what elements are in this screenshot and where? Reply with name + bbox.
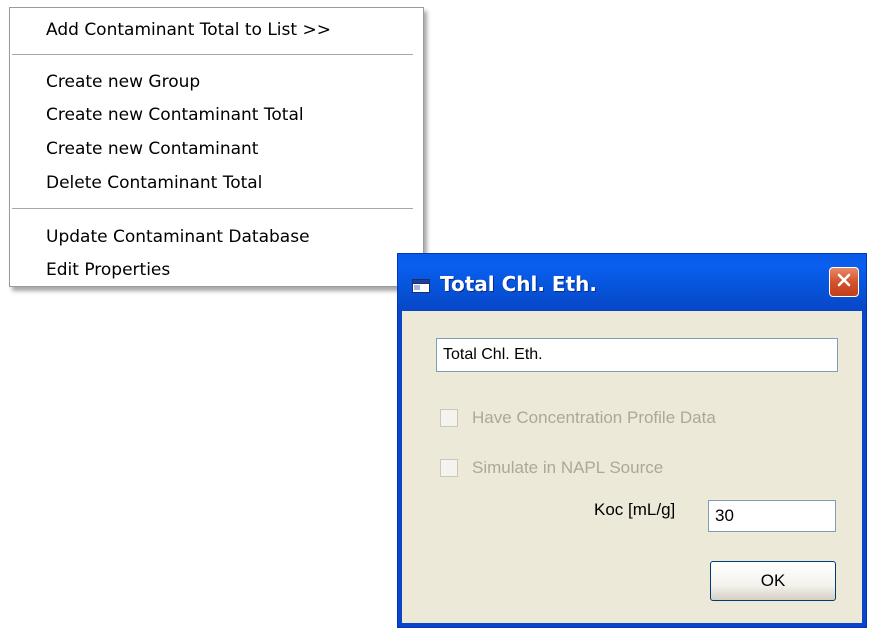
concentration-profile-checkbox-row[interactable]: Have Concentration Profile Data [440,407,716,429]
simulate-napl-checkbox[interactable] [440,459,458,477]
concentration-profile-label: Have Concentration Profile Data [472,408,716,427]
dialog-titlebar[interactable]: Total Chl. Eth. [398,254,866,311]
properties-dialog: Total Chl. Eth. Have Concentration Profi… [397,253,867,628]
menu-item-create-new-contaminant[interactable]: Create new Contaminant [46,138,258,160]
concentration-profile-checkbox[interactable] [440,409,458,427]
simulate-napl-label: Simulate in NAPL Source [472,458,664,477]
menu-separator [12,54,413,55]
window-icon [412,278,430,293]
menu-item-edit-properties[interactable]: Edit Properties [46,259,170,281]
menu-separator [12,208,413,209]
close-icon [835,271,853,293]
koc-input[interactable] [708,500,836,532]
contaminant-name-input[interactable] [436,338,838,372]
dialog-body: Have Concentration Profile Data Simulate… [402,311,862,623]
dialog-title: Total Chl. Eth. [440,272,597,296]
dialog-frame-right [862,311,866,627]
simulate-napl-checkbox-row[interactable]: Simulate in NAPL Source [440,457,663,479]
ok-button[interactable]: OK [710,561,836,601]
context-menu: Add Contaminant Total to List >> Create … [9,7,424,287]
menu-item-add-contaminant-total-to-list[interactable]: Add Contaminant Total to List >> [46,19,331,41]
menu-item-create-new-contaminant-total[interactable]: Create new Contaminant Total [46,104,304,126]
menu-item-update-contaminant-database[interactable]: Update Contaminant Database [46,226,310,248]
menu-item-create-new-group[interactable]: Create new Group [46,71,200,93]
close-button[interactable] [829,267,859,297]
dialog-frame-bottom [398,623,866,627]
menu-item-delete-contaminant-total[interactable]: Delete Contaminant Total [46,172,262,194]
koc-label: Koc [mL/g] [594,500,676,519]
